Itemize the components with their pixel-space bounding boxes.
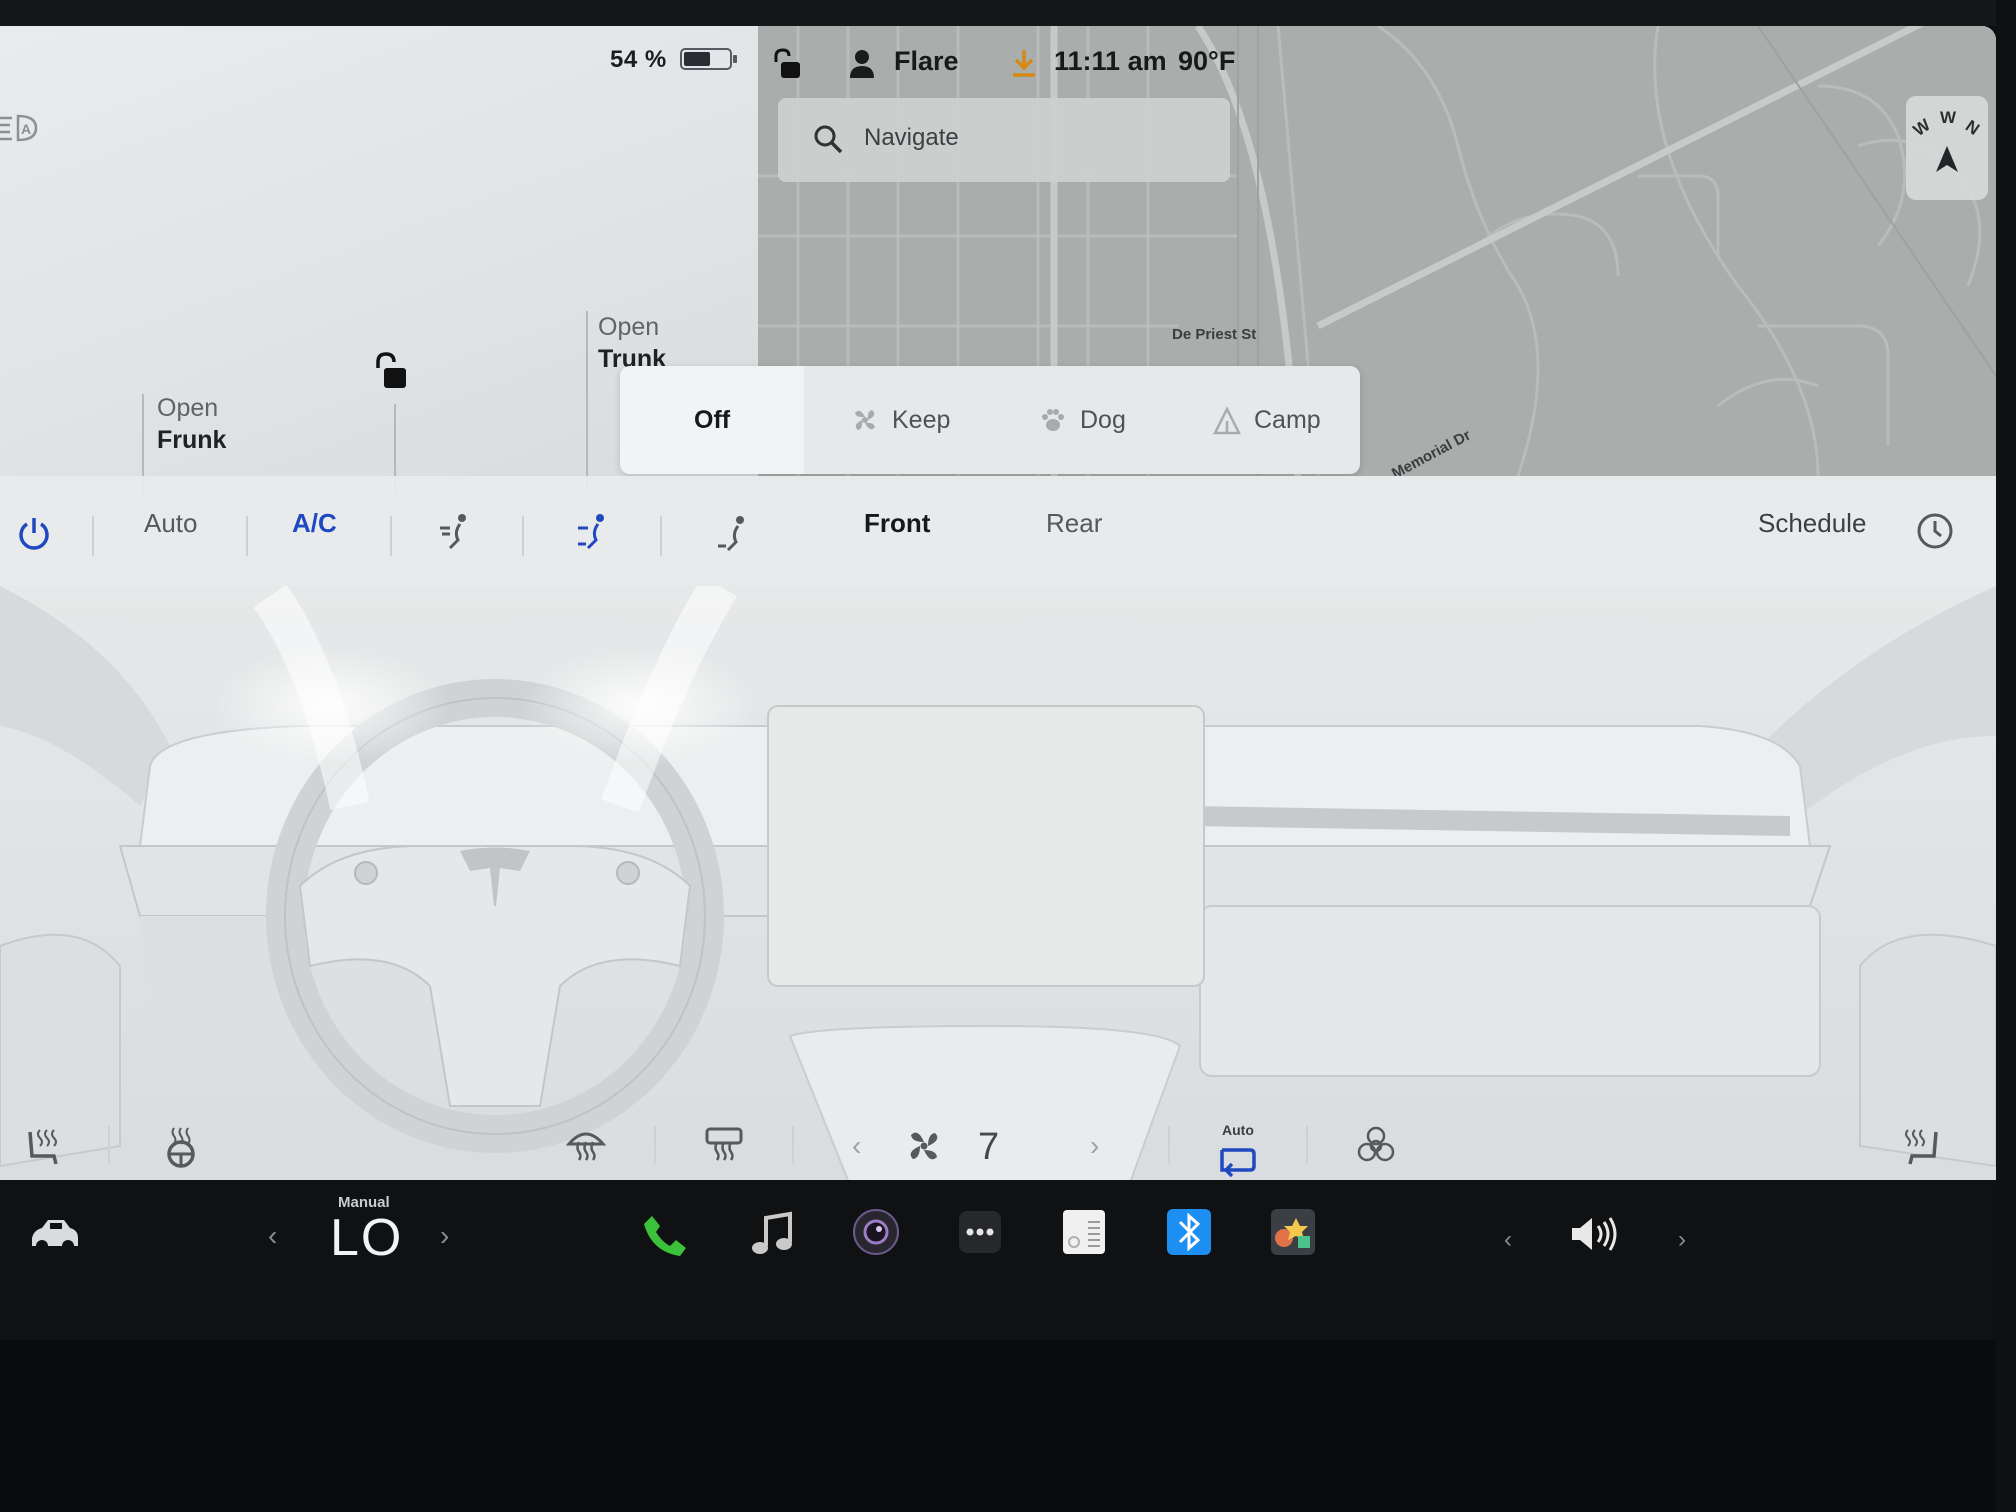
- navigate-search-box[interactable]: Navigate: [778, 98, 1230, 182]
- fan-keep-icon: [855, 410, 875, 430]
- lock-status-icon[interactable]: [772, 48, 802, 80]
- autopilot-headlight-icon[interactable]: A: [0, 112, 38, 144]
- compass-button[interactable]: W W N: [1906, 96, 1988, 200]
- mode-off-label: Off: [694, 405, 731, 434]
- fan-decrease-button[interactable]: ‹: [852, 1130, 861, 1162]
- driver-profile-icon[interactable]: [848, 48, 876, 78]
- mode-off-button[interactable]: Off: [694, 366, 730, 474]
- mode-camp-label: Camp: [1254, 405, 1321, 434]
- separator: [1306, 1126, 1308, 1164]
- recirculation-mode-label: Auto: [1222, 1122, 1254, 1138]
- open-frunk-button[interactable]: Open Frunk: [157, 392, 226, 456]
- screen-bezel-right: [1996, 0, 2016, 1512]
- rear-defrost-icon[interactable]: [704, 1126, 744, 1162]
- airflow-face-icon[interactable]: [436, 512, 472, 552]
- toybox-icon[interactable]: [1270, 1208, 1316, 1256]
- screen-bezel: [0, 0, 2016, 26]
- car-controls-icon[interactable]: [28, 1216, 82, 1254]
- steering-wheel-heater-icon[interactable]: [162, 1126, 200, 1168]
- schedule-button[interactable]: Schedule: [1758, 508, 1866, 539]
- svg-text:A: A: [21, 121, 31, 137]
- temp-increase-button[interactable]: ›: [440, 1220, 449, 1252]
- trunk-action: Open: [598, 313, 660, 341]
- separator: [654, 1126, 656, 1164]
- software-update-icon[interactable]: [1010, 48, 1038, 78]
- compass-dir-1: W: [1909, 115, 1934, 140]
- fan-icon: [910, 1132, 938, 1160]
- recirculation-icon[interactable]: [1218, 1144, 1258, 1180]
- phone-icon[interactable]: [642, 1212, 688, 1258]
- bluetooth-icon[interactable]: [1166, 1208, 1212, 1256]
- bottom-dock: ‹ Manual LO › ‹ ›: [0, 1180, 1996, 1340]
- volume-decrease-button[interactable]: ‹: [1504, 1226, 1512, 1254]
- clock: 11:11 am: [1054, 46, 1167, 76]
- separator: [660, 516, 662, 556]
- unlock-icon[interactable]: [372, 352, 408, 390]
- passenger-seat-heater-icon[interactable]: [1900, 1126, 1944, 1170]
- airflow-face-feet-icon[interactable]: [574, 512, 610, 552]
- driver-profile-name[interactable]: Flare: [894, 46, 959, 77]
- separator: [522, 516, 524, 556]
- more-apps-icon[interactable]: [958, 1210, 1002, 1254]
- battery-fill: [684, 52, 710, 66]
- ac-button[interactable]: A/C: [292, 508, 337, 539]
- calendar-icon[interactable]: [1062, 1208, 1106, 1256]
- frunk-action: Open: [157, 394, 219, 422]
- heading-arrow-icon: [1936, 146, 1958, 172]
- front-defrost-icon[interactable]: [566, 1126, 606, 1162]
- tent-icon: [1212, 406, 1242, 435]
- airflow-feet-icon[interactable]: [714, 514, 750, 554]
- fan-increase-button[interactable]: ›: [1090, 1130, 1099, 1162]
- separator: [92, 516, 94, 556]
- climate-power-icon[interactable]: [16, 516, 52, 552]
- front-climate-tab[interactable]: Front: [864, 508, 930, 539]
- climate-control-bar: Auto A/C Front Rear Schedule: [0, 476, 1996, 586]
- battery-icon: [680, 48, 737, 70]
- paw-icon: [1042, 409, 1064, 431]
- driver-seat-heater-icon[interactable]: [22, 1126, 62, 1168]
- mode-dog-button[interactable]: Dog: [1038, 366, 1126, 474]
- navigate-placeholder: Navigate: [864, 124, 959, 151]
- cabin-temp-value[interactable]: LO: [330, 1208, 403, 1268]
- mode-keep-button[interactable]: Keep: [850, 366, 950, 474]
- mode-dog-label: Dog: [1080, 405, 1126, 434]
- outside-temperature: 90°F: [1178, 46, 1236, 76]
- battery-percent: 54 %: [610, 46, 667, 73]
- temp-decrease-button[interactable]: ‹: [268, 1220, 277, 1252]
- separator: [1168, 1126, 1170, 1164]
- fan-speed-value: 7: [978, 1126, 1000, 1168]
- compass-dir-2: W: [1940, 108, 1957, 127]
- separator: [792, 1126, 794, 1164]
- climate-auto-button[interactable]: Auto: [144, 508, 198, 539]
- search-icon: [814, 125, 843, 154]
- separator: [108, 1126, 110, 1164]
- street-label-de-priest: De Priest St: [1172, 326, 1257, 343]
- mode-camp-button[interactable]: Camp: [1212, 366, 1321, 474]
- camera-icon[interactable]: [852, 1208, 900, 1256]
- trunk-pointer-line: [586, 311, 588, 491]
- separator: [246, 516, 248, 556]
- lower-bezel: [0, 1340, 1996, 1512]
- compass-dir-3: N: [1961, 116, 1983, 139]
- rear-climate-tab[interactable]: Rear: [1046, 508, 1102, 539]
- touchscreen: 54 % A Open Frunk Open Trunk Flare 11:11…: [0, 26, 1996, 1206]
- frunk-name: Frunk: [157, 426, 227, 454]
- clock-icon[interactable]: [1916, 512, 1954, 550]
- separator: [390, 516, 392, 556]
- volume-icon[interactable]: [1568, 1214, 1624, 1254]
- mode-keep-label: Keep: [892, 405, 951, 434]
- volume-increase-button[interactable]: ›: [1678, 1226, 1686, 1254]
- cabin-mode-selector: Off Keep Dog Camp: [620, 366, 1360, 474]
- music-icon[interactable]: [750, 1210, 796, 1258]
- bioweapon-defense-icon[interactable]: [1356, 1126, 1396, 1166]
